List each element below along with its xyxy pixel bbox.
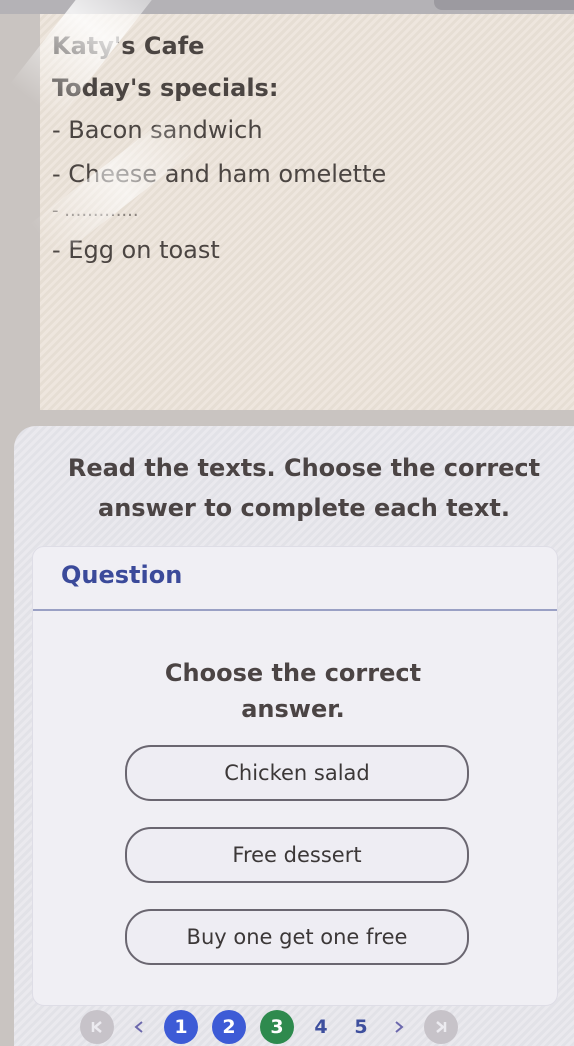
menu-note: Katy's Cafe Today's specials: - Bacon sa… bbox=[10, 0, 574, 410]
first-page-button[interactable] bbox=[80, 1010, 114, 1044]
screen-glare bbox=[10, 0, 187, 121]
instructions: Read the texts. Choose the correct answe… bbox=[67, 454, 541, 522]
answer-option-free-dessert[interactable]: Free dessert bbox=[125, 827, 469, 883]
previous-page-button[interactable] bbox=[128, 1010, 150, 1044]
page-1[interactable]: 1 bbox=[164, 1010, 198, 1044]
question-prompt: Choose the correct answer. bbox=[164, 659, 422, 723]
question-label: Question bbox=[61, 561, 183, 589]
page-5[interactable]: 5 bbox=[348, 1010, 374, 1044]
skip-first-icon bbox=[91, 1021, 102, 1033]
page-2[interactable]: 2 bbox=[212, 1010, 246, 1044]
page-3-current[interactable]: 3 bbox=[260, 1010, 294, 1044]
skip-last-icon bbox=[436, 1021, 447, 1033]
pagination: 1 2 3 4 5 bbox=[80, 1008, 458, 1046]
question-header: Question bbox=[33, 547, 557, 611]
last-page-button[interactable] bbox=[424, 1010, 458, 1044]
answer-option-buy-one-get-one-free[interactable]: Buy one get one free bbox=[125, 909, 469, 965]
answer-option-chicken-salad[interactable]: Chicken salad bbox=[125, 745, 469, 801]
next-page-button[interactable] bbox=[388, 1010, 410, 1044]
page-4[interactable]: 4 bbox=[308, 1010, 334, 1044]
question-card: Question Choose the correct answer. Chic… bbox=[32, 546, 558, 1006]
chevron-left-icon bbox=[134, 1021, 143, 1033]
chevron-right-icon bbox=[395, 1021, 404, 1033]
question-panel: Read the texts. Choose the correct answe… bbox=[14, 426, 574, 1046]
top-bar-tab bbox=[434, 0, 574, 10]
